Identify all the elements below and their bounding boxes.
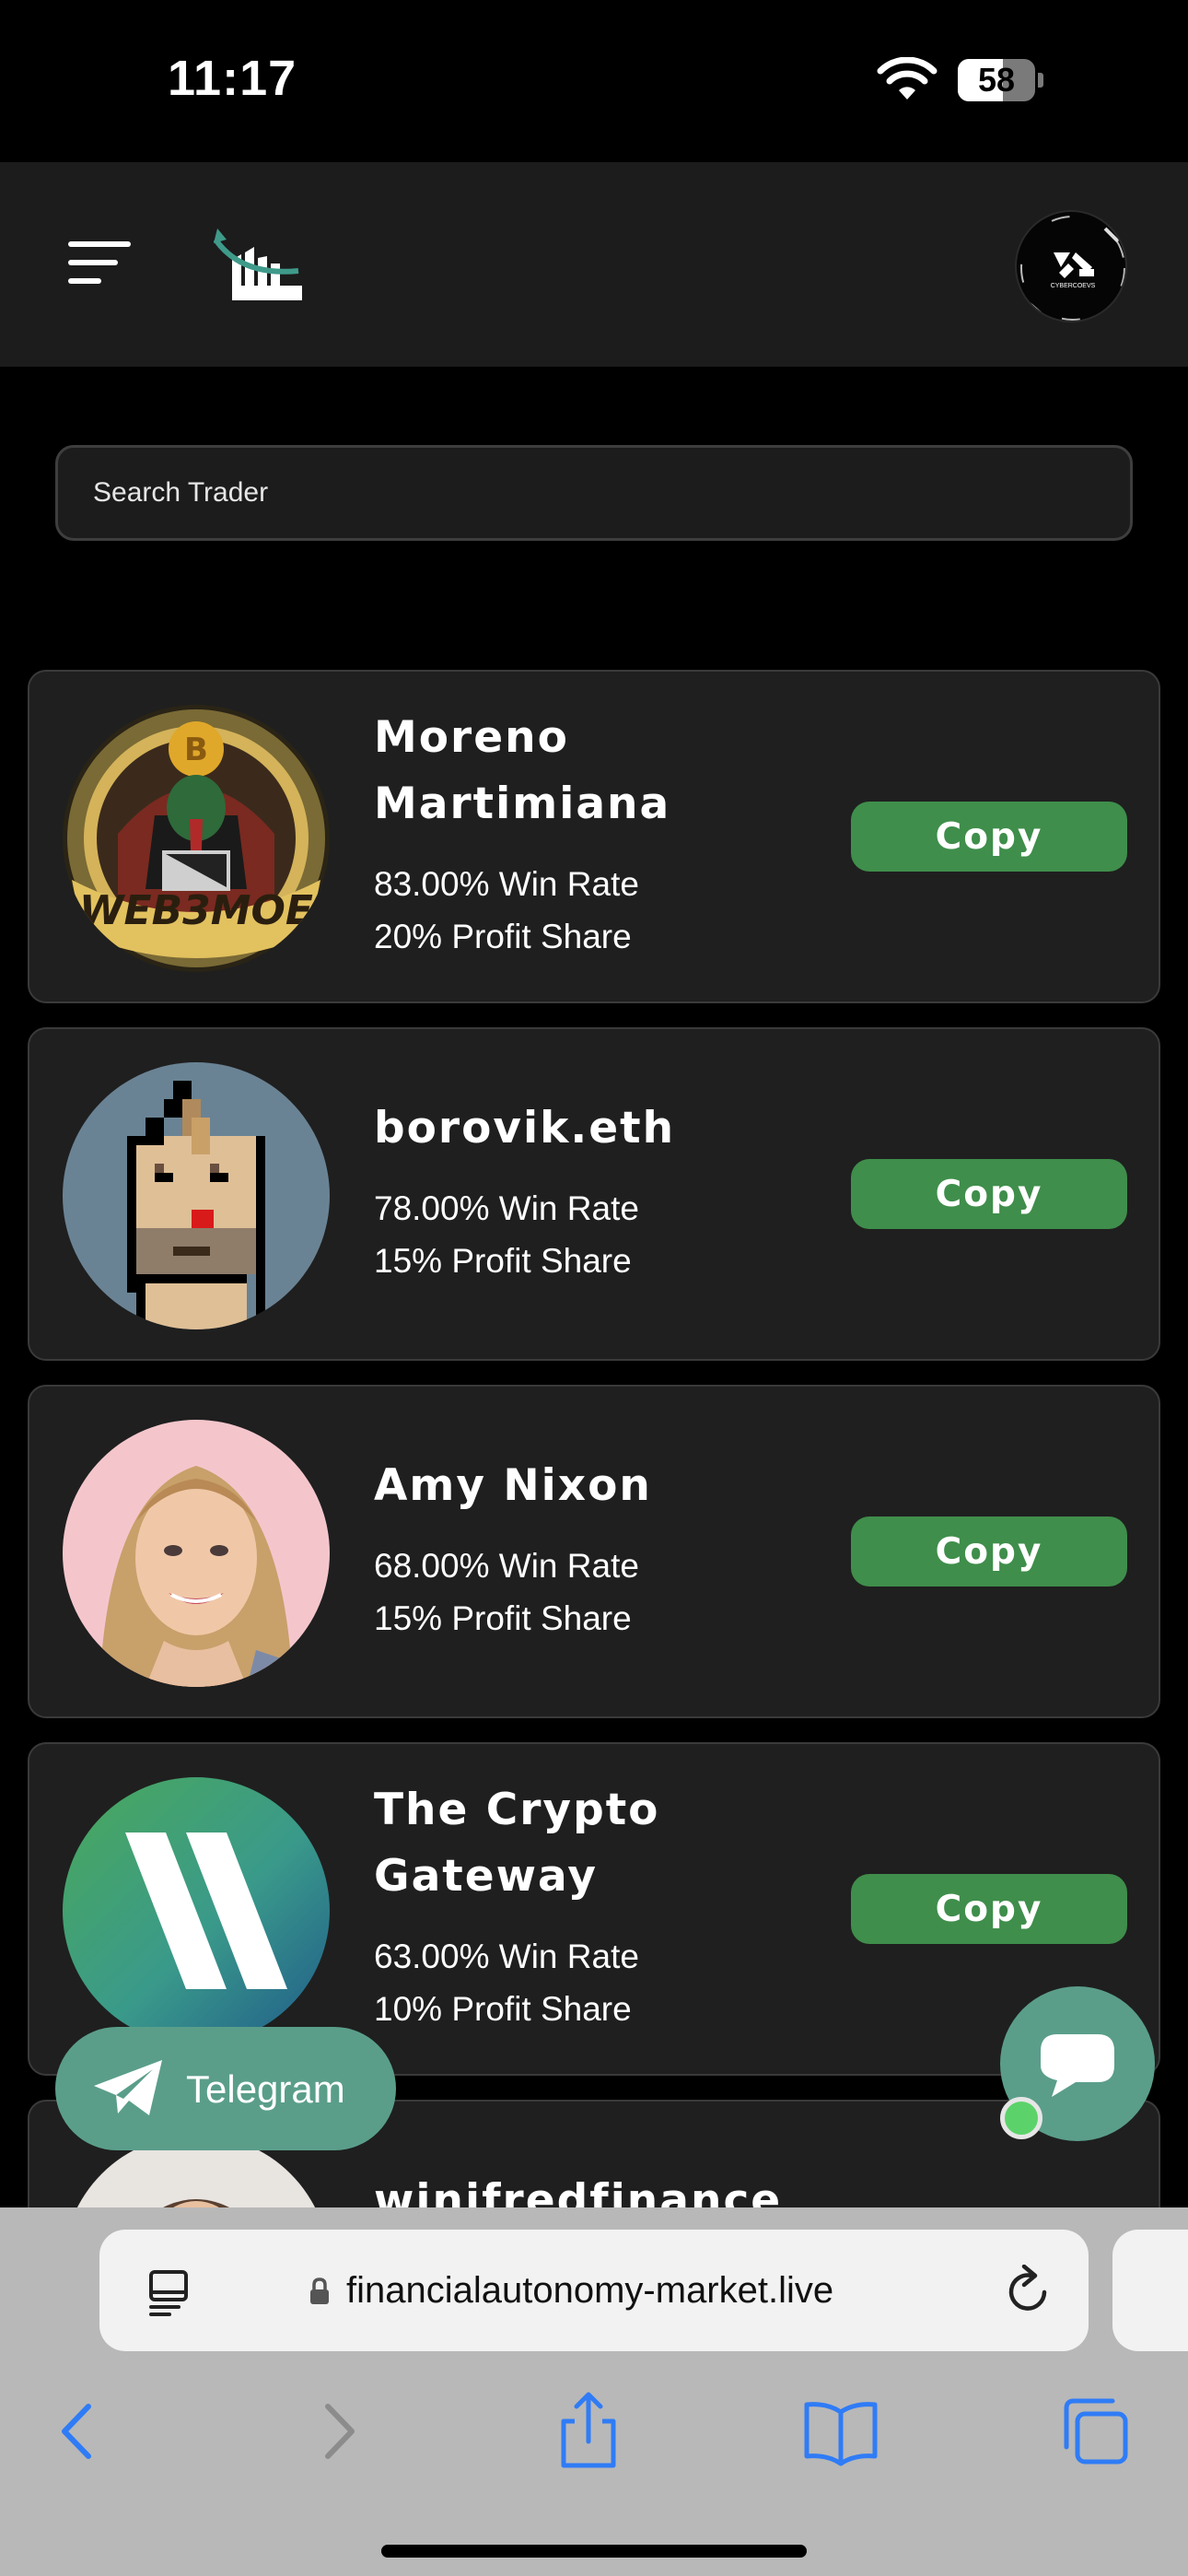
trader-win-rate: 83.00% Win Rate	[374, 865, 639, 903]
next-tab-preview[interactable]	[1112, 2230, 1188, 2351]
url-text: financialautonomy-market.live	[346, 2270, 834, 2311]
forward-icon[interactable]	[297, 2390, 379, 2473]
trader-name: The Crypto Gateway	[374, 1785, 660, 1902]
telegram-button[interactable]: Telegram	[55, 2027, 396, 2150]
page-menu-icon[interactable]	[147, 2268, 190, 2316]
copy-trader-button[interactable]: Copy	[851, 802, 1127, 872]
trader-avatar[interactable]: B WEB3MOE	[63, 705, 330, 972]
trader-name: Amy Nixon	[374, 1460, 652, 1511]
trader-card: B WEB3MOE Moreno Martimiana 83.00% Win R…	[28, 670, 1160, 1003]
trader-avatar[interactable]	[63, 1062, 330, 1329]
trader-card: borovik.eth 78.00% Win Rate 15% Profit S…	[28, 1027, 1160, 1361]
copy-trader-button[interactable]: Copy	[851, 1874, 1127, 1944]
chat-bubble-icon	[1041, 2034, 1114, 2097]
trader-card: The Crypto Gateway 63.00% Win Rate 10% P…	[28, 1742, 1160, 2076]
address-bar[interactable]: financialautonomy-market.live	[99, 2230, 1089, 2351]
lock-icon	[310, 2277, 329, 2304]
app-header: CYBERCOEVS	[0, 162, 1188, 367]
svg-text:CYBERCOEVS: CYBERCOEVS	[1051, 283, 1096, 289]
online-status-dot	[1000, 2097, 1042, 2139]
wifi-icon	[877, 57, 938, 100]
copy-trader-button[interactable]: Copy	[851, 1159, 1127, 1229]
account-avatar-icon: CYBERCOEVS	[1020, 216, 1125, 321]
share-icon[interactable]	[547, 2390, 630, 2473]
avatar-logo-text: WEB3MOE	[79, 887, 313, 934]
trader-profit-share: 15% Profit Share	[374, 1242, 632, 1280]
trader-win-rate: 78.00% Win Rate	[374, 1189, 639, 1227]
trader-win-rate: 63.00% Win Rate	[374, 1938, 639, 1975]
trader-name: borovik.eth	[374, 1103, 676, 1153]
tabs-icon[interactable]	[1054, 2390, 1136, 2473]
reload-icon[interactable]	[1004, 2265, 1055, 2316]
trader-profit-share: 10% Profit Share	[374, 1990, 632, 2028]
status-bar: 11:17 58	[0, 0, 1188, 162]
svg-text:B: B	[184, 732, 208, 768]
trader-profit-share: 15% Profit Share	[374, 1599, 632, 1637]
search-trader-input[interactable]	[55, 445, 1133, 541]
account-avatar-button[interactable]: CYBERCOEVS	[1015, 210, 1127, 322]
battery-icon: 58	[958, 59, 1043, 101]
chart-arrow-logo-icon[interactable]	[214, 227, 302, 300]
hamburger-menu-icon[interactable]	[68, 241, 134, 286]
trader-card: Amy Nixon 68.00% Win Rate 15% Profit Sha…	[28, 1385, 1160, 1718]
back-icon[interactable]	[37, 2390, 120, 2473]
trader-avatar[interactable]	[63, 1420, 330, 1687]
home-indicator[interactable]	[381, 2545, 807, 2558]
telegram-label: Telegram	[186, 2067, 345, 2111]
browser-chrome: financialautonomy-market.live	[0, 2207, 1188, 2576]
telegram-icon	[94, 2060, 162, 2115]
trader-name: Moreno Martimiana	[374, 712, 671, 829]
bookmarks-icon[interactable]	[799, 2390, 882, 2473]
trader-avatar[interactable]	[63, 1777, 330, 2044]
trader-profit-share: 20% Profit Share	[374, 918, 632, 955]
copy-trader-button[interactable]: Copy	[851, 1516, 1127, 1587]
battery-level: 58	[977, 61, 1016, 99]
status-time: 11:17	[168, 51, 297, 106]
trader-win-rate: 68.00% Win Rate	[374, 1547, 639, 1585]
